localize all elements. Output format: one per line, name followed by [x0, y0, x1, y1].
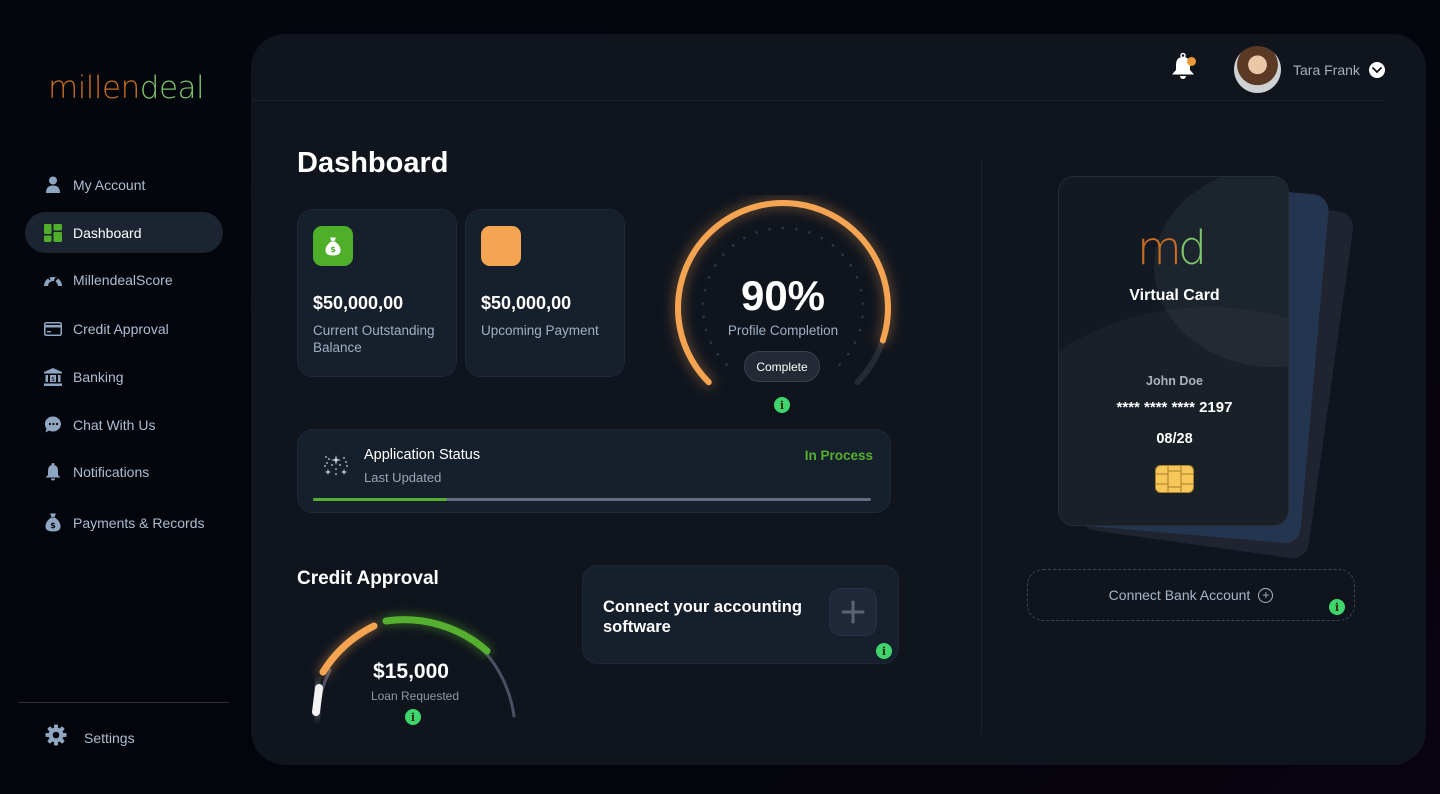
- card-title: Virtual Card: [1129, 287, 1220, 304]
- gauge-tick-dot: [838, 363, 841, 366]
- gauge-tick-dot: [841, 253, 845, 257]
- sidebar-item-payments-records[interactable]: $ Payments & Records: [25, 502, 223, 543]
- svg-text:$: $: [51, 375, 55, 382]
- column-divider: [981, 160, 982, 735]
- application-status-title: Application Status: [364, 447, 481, 463]
- gauge-tick-dot: [768, 227, 771, 231]
- card-number: **** **** **** 2197: [1116, 399, 1233, 416]
- profile-completion-label: Profile Completion: [727, 323, 839, 338]
- svg-text:$: $: [330, 245, 336, 254]
- gauge-tick-dot: [731, 244, 735, 247]
- info-icon[interactable]: i: [774, 397, 790, 413]
- profile-percent: 90%: [740, 272, 826, 319]
- application-progress-fill: [313, 498, 447, 501]
- notifications-button[interactable]: [1170, 52, 1198, 80]
- plus-icon: [829, 588, 877, 636]
- money-bag-icon: $: [43, 513, 63, 533]
- connect-accounting-button[interactable]: Connect your accounting software: [582, 565, 899, 664]
- connect-bank-account-button[interactable]: Connect Bank Account +: [1027, 569, 1355, 621]
- card-chip-icon: [1155, 465, 1194, 493]
- card-logo: md: [1137, 221, 1207, 275]
- virtual-card[interactable]: md Virtual Card John Doe **** **** **** …: [1058, 176, 1289, 526]
- connect-accounting-label: Connect your accounting software: [603, 598, 802, 636]
- info-icon[interactable]: i: [1329, 599, 1345, 615]
- status-badge: In Process: [804, 448, 873, 463]
- gauge-tick-dot: [721, 253, 725, 257]
- gauge-segment-track: [483, 650, 516, 718]
- gauge-tick-dot: [820, 236, 824, 240]
- svg-text:$: $: [50, 521, 56, 530]
- gauge-tick-dot: [795, 227, 798, 231]
- bell-icon: [1172, 52, 1194, 79]
- application-status-subtitle: Last Updated: [364, 470, 442, 485]
- sidebar-item-millendealscore[interactable]: MillendealScore: [25, 259, 223, 300]
- sidebar-item-my-account[interactable]: My Account: [25, 164, 223, 205]
- sparkle-icon: [324, 455, 348, 475]
- application-status-card: Application Status Last Updated In Proce…: [297, 429, 891, 513]
- card-expiry: 08/28: [1156, 431, 1193, 447]
- complete-profile-button[interactable]: Complete: [744, 351, 820, 382]
- gauge-tick-dot: [716, 352, 720, 356]
- stat-amount: $50,000,00: [313, 293, 404, 313]
- info-icon[interactable]: i: [876, 643, 892, 659]
- gear-icon: [45, 724, 67, 751]
- notification-badge: [1187, 57, 1196, 66]
- user-name[interactable]: Tara Frank: [1293, 62, 1360, 78]
- gauge-tick-dot: [725, 363, 728, 366]
- brand-logo[interactable]: millendeal: [48, 70, 205, 106]
- sidebar-item-banking[interactable]: $ Banking: [25, 356, 223, 397]
- stat-label: Current Outstanding Balance: [313, 323, 435, 355]
- outstanding-balance-card: $ $50,000,00 Current Outstanding Balance: [297, 209, 457, 377]
- loan-amount: $15,000: [373, 660, 449, 683]
- info-icon[interactable]: i: [405, 709, 421, 725]
- sidebar-item-credit-approval[interactable]: Credit Approval: [25, 308, 223, 349]
- header-divider: [251, 100, 1386, 101]
- money-bag-icon: $: [313, 226, 353, 266]
- gauge-tick-dot: [709, 341, 713, 345]
- gauge-tick-dot: [846, 352, 850, 356]
- gauge-tick-dot: [849, 264, 853, 267]
- gauge-tick-dot: [742, 236, 746, 240]
- dashboard-icon: [43, 223, 63, 243]
- user-menu-dropdown[interactable]: [1369, 62, 1385, 78]
- speedometer-icon: [43, 270, 63, 290]
- connect-bank-label: Connect Bank Account: [1108, 587, 1251, 603]
- gauge-tick-dot: [853, 341, 857, 345]
- sidebar-divider: [18, 702, 229, 703]
- chat-icon: [43, 415, 63, 435]
- chevron-down-icon: [1372, 67, 1382, 73]
- payment-icon: [481, 226, 521, 266]
- page-title: Dashboard: [297, 147, 449, 179]
- sidebar-item-dashboard[interactable]: Dashboard: [25, 212, 223, 253]
- gauge-tick-dot: [831, 244, 835, 247]
- credit-approval-title: Credit Approval: [297, 568, 439, 589]
- sidebar-item-chat-with-us[interactable]: Chat With Us: [25, 404, 223, 445]
- sidebar-item-notifications[interactable]: Notifications: [25, 451, 223, 492]
- gauge-tick-dot: [713, 264, 717, 267]
- application-progress-bar: [313, 498, 871, 501]
- plus-circle-icon: +: [1258, 587, 1274, 603]
- gauge-tick-dot: [808, 231, 811, 234]
- gauge-tick-dot: [781, 226, 785, 230]
- avatar[interactable]: [1234, 46, 1281, 93]
- gauge-indicator: [312, 684, 323, 716]
- stat-label: Upcoming Payment: [481, 323, 599, 338]
- loan-requested-label: Loan Requested: [370, 689, 460, 703]
- gauge-tick-dot: [755, 231, 758, 234]
- sidebar-item-settings[interactable]: Settings: [45, 724, 135, 751]
- bank-icon: $: [43, 367, 63, 387]
- card-holder-name: John Doe: [1146, 374, 1203, 388]
- bell-icon: [43, 462, 63, 482]
- upcoming-payment-card: $50,000,00 Upcoming Payment: [465, 209, 625, 377]
- credit-card-icon: [43, 319, 63, 339]
- user-icon: [43, 175, 63, 195]
- stat-amount: $50,000,00: [481, 293, 572, 313]
